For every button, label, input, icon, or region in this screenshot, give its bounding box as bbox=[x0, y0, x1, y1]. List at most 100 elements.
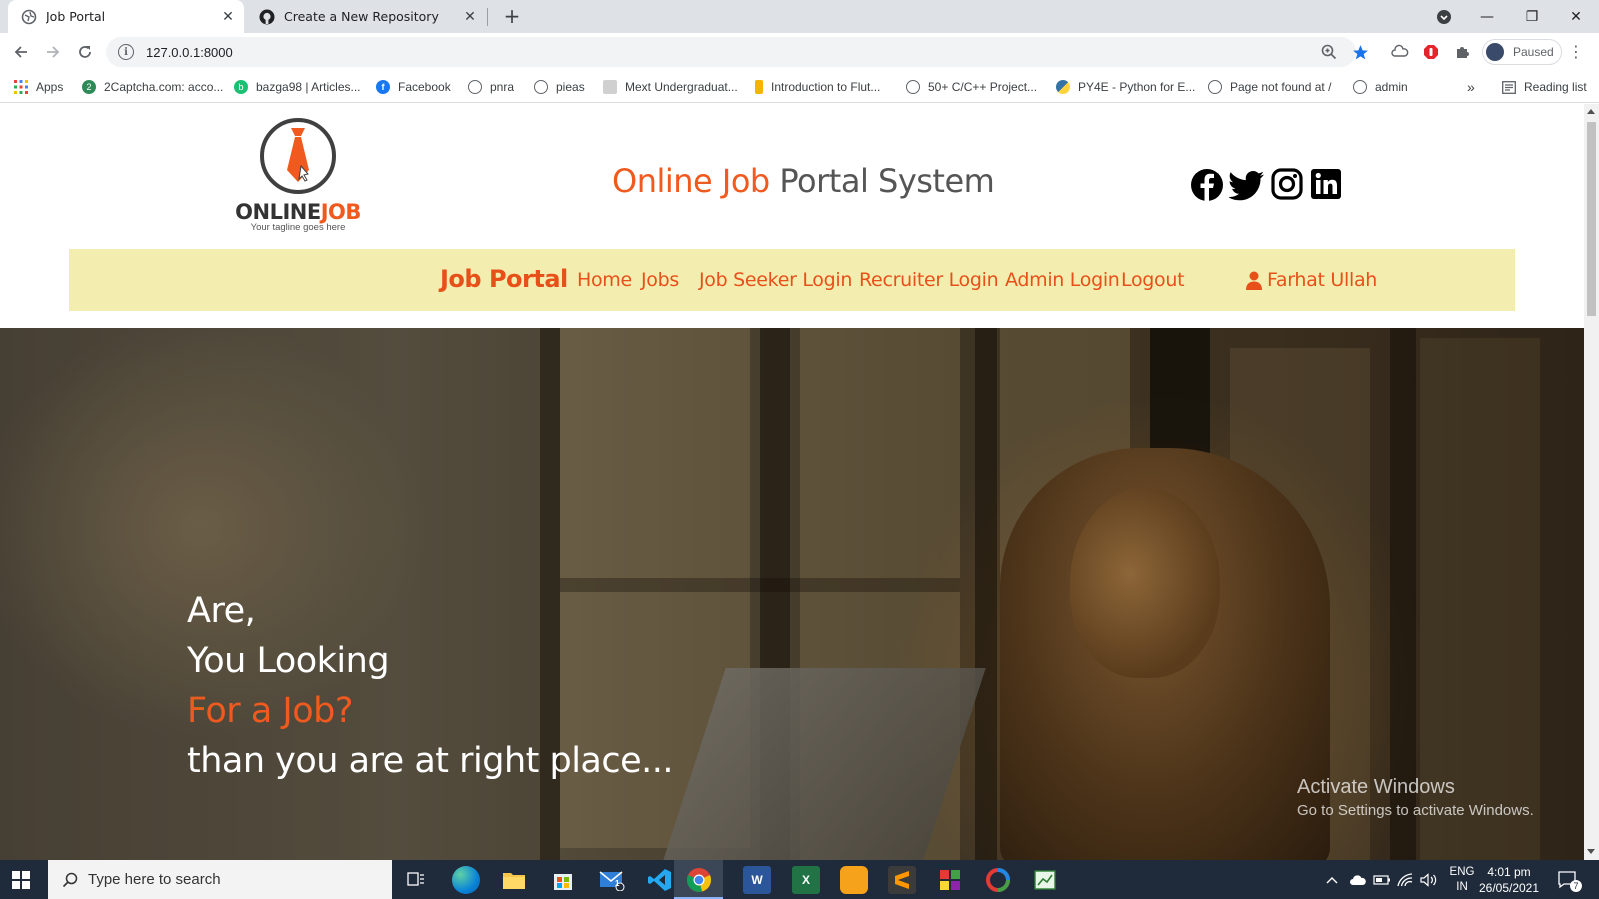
word-icon[interactable]: W bbox=[743, 866, 771, 894]
notifications-count: 7 bbox=[1570, 880, 1582, 892]
tab-job-portal[interactable]: Job Portal ✕ bbox=[8, 0, 244, 33]
windows-start-icon[interactable] bbox=[12, 871, 30, 889]
mext-icon bbox=[603, 80, 617, 94]
browser-menu-icon[interactable]: ⋮ bbox=[1568, 42, 1584, 61]
maximize-button[interactable]: ❐ bbox=[1509, 0, 1555, 33]
taskbar-clock[interactable]: 4:01 pm 26/05/2021 bbox=[1474, 864, 1544, 896]
bookmark-mext[interactable]: Mext Undergraduat... bbox=[603, 77, 738, 97]
twitter-icon[interactable] bbox=[1228, 168, 1264, 202]
watermark-title: Activate Windows bbox=[1297, 776, 1455, 798]
tab-create-repository[interactable]: Create a New Repository ✕ bbox=[246, 0, 486, 33]
bookmark-page-not-found[interactable]: Page not found at / bbox=[1208, 77, 1331, 97]
minimize-button[interactable]: — bbox=[1464, 0, 1510, 33]
bookmark-2captcha[interactable]: 2 2Captcha.com: acco... bbox=[82, 77, 223, 97]
search-placeholder: Type here to search bbox=[88, 871, 221, 888]
taskbar-search-box[interactable]: Type here to search bbox=[48, 860, 392, 899]
info-icon[interactable]: i bbox=[118, 44, 134, 60]
wifi-icon[interactable] bbox=[1397, 860, 1413, 899]
bookmark-star-icon[interactable] bbox=[1350, 42, 1370, 62]
bookmark-label: Page not found at / bbox=[1230, 80, 1332, 94]
nav-admin-login[interactable]: Admin Login bbox=[1005, 269, 1120, 291]
tray-chevron-up-icon[interactable] bbox=[1326, 860, 1338, 899]
arrow-left-icon bbox=[14, 46, 27, 58]
tie-icon bbox=[260, 118, 336, 194]
notifications-icon[interactable]: 7 bbox=[1558, 860, 1582, 899]
extension-cloud-icon[interactable] bbox=[1390, 42, 1410, 62]
close-tab-icon[interactable]: ✕ bbox=[460, 7, 480, 27]
globe-icon bbox=[468, 80, 482, 94]
app-green-icon[interactable] bbox=[1031, 866, 1059, 894]
bookmark-py4e[interactable]: PY4E - Python for E... bbox=[1056, 77, 1195, 97]
hero-line-3: For a Job? bbox=[187, 691, 353, 731]
nav-recruiter-login[interactable]: Recruiter Login bbox=[859, 269, 999, 291]
close-tab-icon[interactable]: ✕ bbox=[218, 7, 238, 27]
bookmark-label: 2Captcha.com: acco... bbox=[104, 80, 224, 94]
forward-button[interactable] bbox=[40, 39, 66, 65]
nav-jobs[interactable]: Jobs bbox=[641, 269, 679, 291]
address-bar[interactable]: i 127.0.0.1:8000 bbox=[106, 37, 1356, 67]
app-multicolor-icon[interactable] bbox=[936, 866, 964, 894]
bookmark-label: Facebook bbox=[398, 80, 451, 94]
hero-line-2: You Looking bbox=[187, 641, 390, 681]
task-view-icon[interactable] bbox=[402, 866, 430, 894]
adblock-icon[interactable] bbox=[1421, 42, 1441, 62]
nav-user-profile[interactable]: Farhat Ullah bbox=[1246, 269, 1377, 291]
app-circle-icon[interactable] bbox=[984, 866, 1012, 894]
bookmark-label: pieas bbox=[556, 80, 585, 94]
tab-title: Create a New Repository bbox=[284, 9, 439, 24]
instagram-icon[interactable] bbox=[1271, 168, 1305, 202]
store-icon[interactable] bbox=[549, 866, 577, 894]
vscode-icon[interactable] bbox=[646, 866, 674, 894]
scroll-up-icon[interactable] bbox=[1587, 109, 1595, 114]
nav-home[interactable]: Home bbox=[577, 269, 632, 291]
bookmark-admin[interactable]: admin bbox=[1353, 77, 1408, 97]
bookmark-label: PY4E - Python for E... bbox=[1078, 80, 1196, 94]
mail-icon[interactable]: 1 bbox=[598, 866, 626, 894]
tab-search-button[interactable] bbox=[1421, 0, 1467, 33]
extensions-puzzle-icon[interactable] bbox=[1452, 42, 1472, 62]
scroll-down-icon[interactable] bbox=[1587, 849, 1595, 854]
reading-list-button[interactable]: Reading list bbox=[1502, 77, 1587, 97]
bookmark-apps[interactable]: Apps bbox=[14, 77, 63, 97]
language-indicator[interactable]: ENG IN bbox=[1447, 865, 1477, 895]
onedrive-cloud-icon[interactable] bbox=[1349, 860, 1367, 899]
facebook-icon[interactable] bbox=[1190, 168, 1224, 202]
bookmark-flutter[interactable]: Introduction to Flut... bbox=[755, 77, 880, 97]
facebook-icon: f bbox=[376, 80, 390, 94]
bookmark-bazga98[interactable]: b bazga98 | Articles... bbox=[234, 77, 361, 97]
nav-job-seeker-login[interactable]: Job Seeker Login bbox=[699, 269, 852, 291]
profile-button[interactable]: Paused bbox=[1482, 39, 1562, 65]
reload-button[interactable] bbox=[72, 39, 98, 65]
zoom-icon[interactable] bbox=[1319, 42, 1339, 62]
bookmark-label: Introduction to Flut... bbox=[771, 80, 881, 94]
bookmark-facebook[interactable]: f Facebook bbox=[376, 77, 451, 97]
user-icon bbox=[1246, 271, 1262, 290]
excel-icon[interactable]: X bbox=[792, 866, 820, 894]
scrollbar-thumb[interactable] bbox=[1587, 122, 1596, 316]
globe-icon bbox=[21, 9, 37, 25]
linkedin-icon[interactable] bbox=[1310, 168, 1344, 202]
browser-toolbar: i 127.0.0.1:8000 Paused ⋮ bbox=[0, 33, 1599, 71]
new-tab-button[interactable]: + bbox=[500, 4, 524, 28]
bookmark-cpp-projects[interactable]: 50+ C/C++ Project... bbox=[906, 77, 1037, 97]
bookmark-pieas[interactable]: pieas bbox=[534, 77, 585, 97]
nav-logout[interactable]: Logout bbox=[1121, 269, 1185, 291]
app-orange-icon[interactable] bbox=[840, 866, 868, 894]
chrome-icon[interactable] bbox=[685, 866, 713, 894]
sublime-icon[interactable] bbox=[888, 866, 916, 894]
site-logo[interactable]: ONLINEJOB Your tagline goes here bbox=[228, 118, 368, 233]
github-icon bbox=[259, 9, 275, 25]
bookmark-pnra[interactable]: pnra bbox=[468, 77, 514, 97]
clock-time: 4:01 pm bbox=[1487, 865, 1531, 879]
volume-icon[interactable] bbox=[1420, 860, 1438, 899]
edge-icon[interactable] bbox=[452, 866, 480, 894]
battery-icon[interactable] bbox=[1373, 860, 1391, 899]
close-window-button[interactable]: ✕ bbox=[1553, 0, 1599, 33]
chevron-down-icon bbox=[1437, 9, 1451, 24]
back-button[interactable] bbox=[8, 39, 34, 65]
page-scrollbar[interactable] bbox=[1584, 104, 1599, 860]
bookmarks-overflow-button[interactable]: » bbox=[1467, 77, 1475, 97]
watermark-subtitle: Go to Settings to activate Windows. bbox=[1297, 802, 1534, 819]
file-explorer-icon[interactable] bbox=[500, 866, 528, 894]
nav-brand[interactable]: Job Portal bbox=[440, 265, 568, 293]
